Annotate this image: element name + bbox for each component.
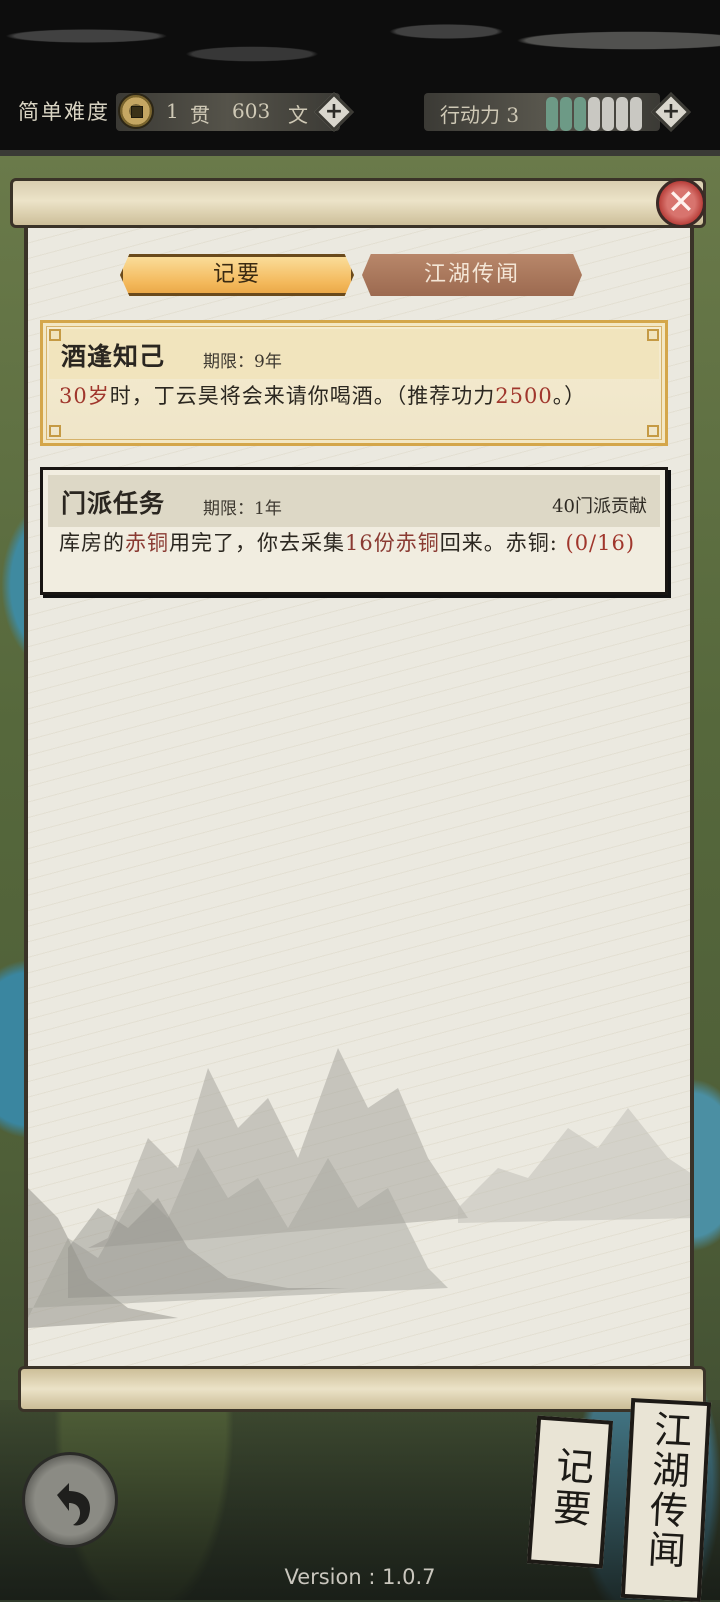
corner-ornament — [49, 425, 61, 437]
back-button[interactable] — [22, 1452, 118, 1548]
top-status-bar — [0, 0, 720, 156]
corner-ornament — [49, 329, 61, 341]
side-tab-rumors-label: 江湖传闻 — [640, 1408, 693, 1572]
version-label: Version : 1.0.7 — [284, 1565, 436, 1589]
action-point-pip — [546, 97, 558, 131]
scroll-bottom-rod — [18, 1366, 706, 1412]
task-title: 酒逢知己 — [61, 342, 166, 371]
action-points-label: 行动力 3 — [440, 103, 520, 127]
task-description: 库房的赤铜用完了，你去采集16份赤铜回来。赤铜: (0/16) — [59, 531, 636, 555]
task-deadline: 期限：9年 — [203, 352, 282, 372]
action-point-pip — [588, 97, 600, 131]
task-card-drinking[interactable]: 酒逢知己 期限：9年 30岁时，丁云昊将会来请你喝酒。（推荐功力2500。） — [40, 320, 668, 446]
action-point-pip — [574, 97, 586, 131]
difficulty-label: 简单难度 — [18, 100, 110, 124]
money-wen-amount: 603 — [232, 99, 271, 123]
tab-rumors[interactable]: 江湖传闻 — [362, 254, 582, 296]
action-point-pip — [630, 97, 642, 131]
cloud-decoration — [0, 0, 720, 90]
money-wen-unit: 文 — [288, 103, 308, 127]
corner-ornament — [647, 425, 659, 437]
corner-ornament — [647, 329, 659, 341]
plus-icon: + — [661, 99, 681, 124]
action-point-pip — [616, 97, 628, 131]
back-arrow-icon — [57, 1483, 91, 1526]
action-point-pip — [560, 97, 572, 131]
coin-icon — [118, 93, 154, 129]
side-tab-notes[interactable]: 记要 — [526, 1415, 614, 1569]
action-point-pip — [602, 97, 614, 131]
scroll-top-rod — [10, 178, 706, 228]
tab-notes[interactable]: 记要 — [120, 254, 354, 296]
close-button[interactable]: ✕ — [656, 178, 706, 228]
task-deadline: 期限：1年 — [203, 499, 282, 519]
side-tab-notes-label: 记要 — [545, 1444, 596, 1532]
close-icon: ✕ — [666, 182, 696, 223]
money-guan-amount: 1 — [166, 99, 179, 123]
money-guan-unit: 贯 — [190, 103, 210, 127]
task-title: 门派任务 — [61, 489, 166, 518]
task-description: 30岁时，丁云昊将会来请你喝酒。（推荐功力2500。） — [59, 384, 587, 408]
ink-mountains-illustration — [28, 1048, 690, 1328]
plus-icon: + — [324, 99, 344, 124]
task-reward: 40门派贡献 — [552, 496, 647, 517]
task-card-sect[interactable]: 门派任务 期限：1年 40门派贡献 库房的赤铜用完了，你去采集16份赤铜回来。赤… — [40, 467, 668, 595]
